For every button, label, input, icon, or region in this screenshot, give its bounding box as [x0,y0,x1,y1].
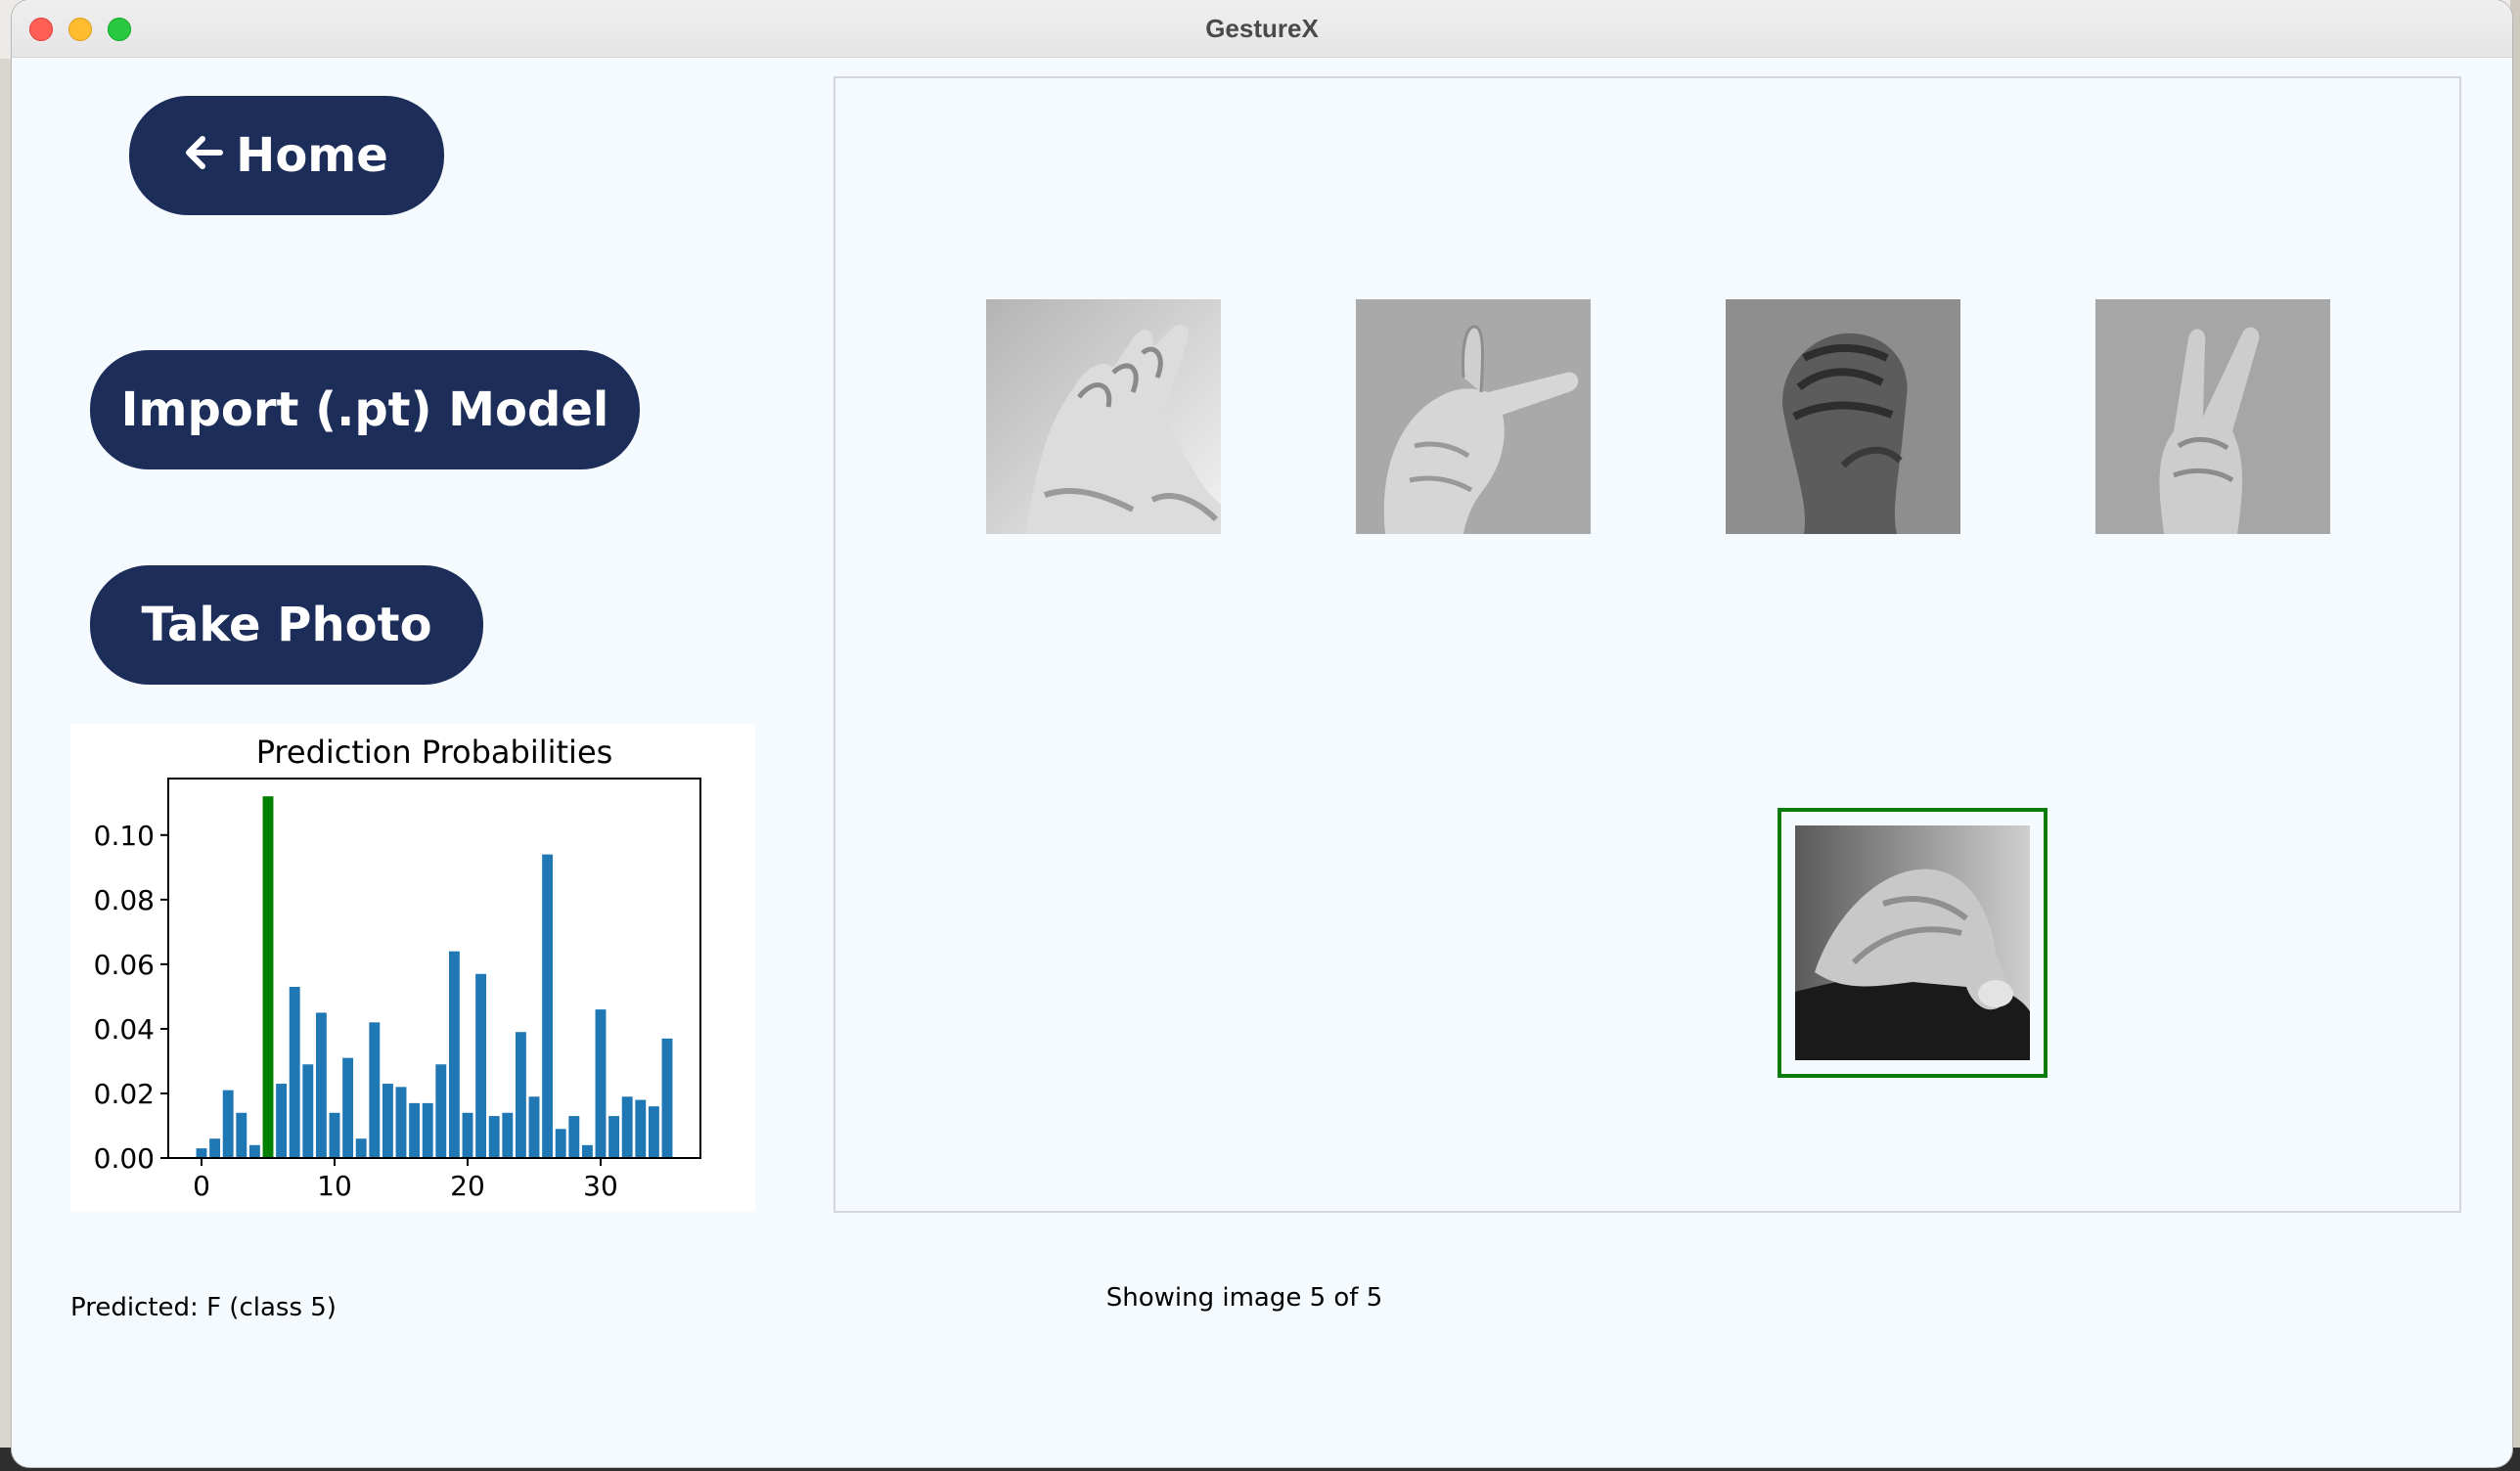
chart-bar [222,1090,234,1158]
chart-x-tick-label: 10 [317,1170,352,1202]
home-button-label: Home [236,128,388,183]
prediction-result: Predicted: F (class 5) [70,1293,337,1322]
import-model-button-label: Import (.pt) Model [120,382,609,437]
chart-bar [289,986,300,1158]
image-gallery [833,76,2461,1213]
arrow-left-icon [185,131,224,181]
hand-image [1356,299,1591,534]
chart-bar [395,1087,407,1158]
chart-bar [515,1032,526,1158]
hand-image [1726,299,1960,534]
home-button[interactable]: Home [129,96,444,215]
chart-bar [196,1148,207,1158]
chart-bar [542,854,554,1158]
chart-bar-highlighted [262,796,274,1158]
chart-bar [329,1112,340,1158]
gallery-thumb-3[interactable] [1726,299,1960,534]
chart-y-tick-label: 0.00 [94,1142,155,1175]
chart-bar [355,1138,367,1158]
chart-bar [409,1102,421,1158]
gallery-thumb-5[interactable] [1795,825,2030,1060]
chart-y-tick-label: 0.10 [94,820,155,852]
chart-bar [448,951,460,1158]
chart-bar [555,1129,566,1158]
chart-title: Prediction Probabilities [256,734,613,771]
chart-axes-frame [167,778,701,1159]
chart-bar [382,1084,393,1158]
chart-bar [595,1009,607,1158]
title-bar[interactable]: GestureX [12,0,2512,58]
chart-y-tick-label: 0.06 [94,949,155,981]
chart-bar [209,1138,221,1158]
chart-bar [422,1102,433,1158]
chart-bar [568,1116,580,1158]
chart-bar [435,1064,447,1158]
gallery-thumb-4[interactable] [2095,299,2330,534]
app-window: GestureX Home Import (.pt) Model Take Ph… [12,0,2512,1467]
chart-bar [276,1084,288,1158]
prediction-chart: Prediction Probabilities 0.00 0.02 0.04 0.06… [70,724,755,1211]
chart-bar [488,1116,500,1158]
zoom-window-button[interactable] [108,18,131,41]
gallery-thumb-1[interactable] [986,299,1221,534]
image-counter: Showing image 5 of 5 [1105,1283,1383,1313]
minimize-window-button[interactable] [68,18,92,41]
chart-bar [369,1022,381,1158]
chart-x-tick-label: 30 [583,1170,618,1202]
gallery-thumb-2[interactable] [1356,299,1591,534]
chart-x-tick-label: 0 [193,1170,210,1202]
chart-y-tick-label: 0.02 [94,1078,155,1110]
chart-bar [248,1144,260,1158]
hand-image [1795,825,2030,1060]
import-model-button[interactable]: Import (.pt) Model [90,350,640,469]
chart-bar [302,1064,314,1158]
chart-bar [475,973,487,1158]
take-photo-button-label: Take Photo [141,598,432,652]
chart-x-tick-label: 20 [450,1170,485,1202]
chart-bar [502,1112,514,1158]
chart-bar [621,1096,633,1158]
chart-bar [608,1116,620,1158]
chart-bar [648,1106,659,1158]
hand-image [986,299,1221,534]
close-window-button[interactable] [29,18,53,41]
window-title: GestureX [1205,14,1319,43]
chart-bar [661,1038,673,1158]
chart-bar [635,1099,647,1158]
hand-image [2095,299,2330,534]
chart-bar [342,1057,354,1158]
chart-y-tick-label: 0.08 [94,884,155,916]
take-photo-button[interactable]: Take Photo [90,565,483,685]
chart-y-tick-label: 0.04 [94,1013,155,1046]
chart-bar [528,1096,540,1158]
chart-bar [581,1144,593,1158]
chart-bar [462,1112,473,1158]
chart-bar [236,1112,248,1158]
prediction-chart-svg: Prediction Probabilities 0.00 0.02 0.04 0.06… [94,734,701,1202]
chart-bar [315,1012,327,1158]
